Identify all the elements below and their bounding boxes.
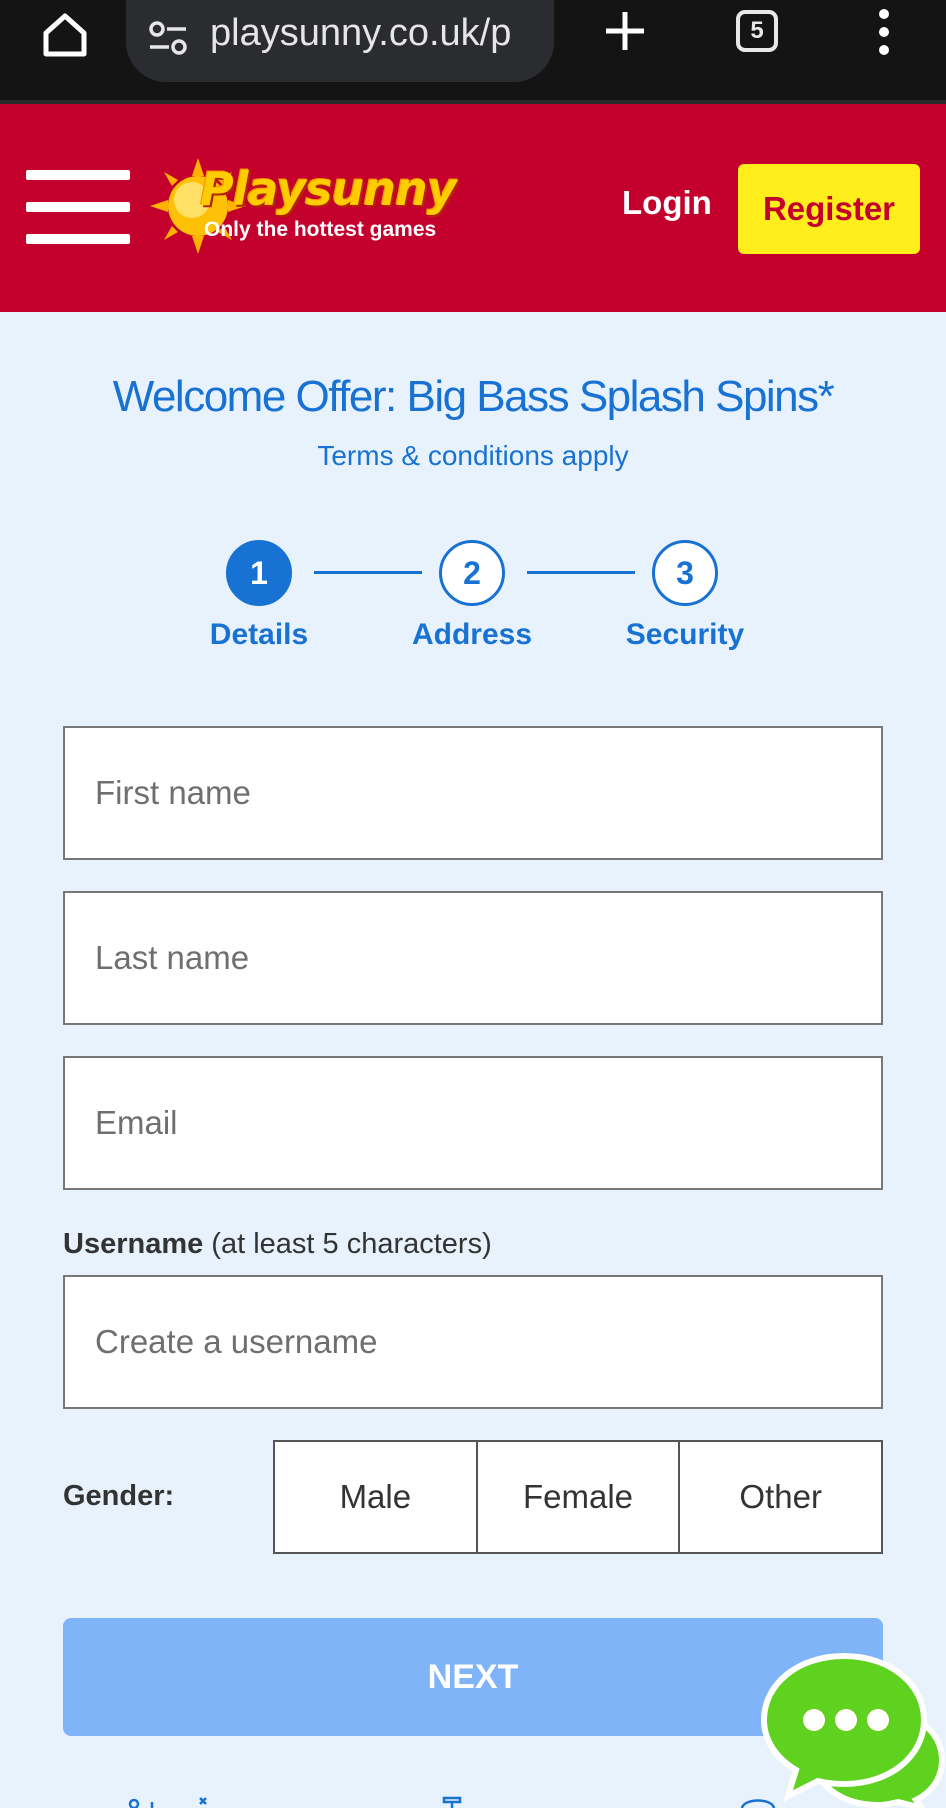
gender-selector: Male Female Other <box>273 1440 883 1554</box>
step-3-label: Security <box>625 618 745 651</box>
home-icon[interactable] <box>38 8 92 62</box>
partial-icon <box>442 1796 462 1808</box>
logo-wordmark: Playsunny <box>200 162 457 216</box>
terms-link[interactable]: Terms & conditions apply <box>0 440 946 472</box>
address-bar[interactable]: playsunny.co.uk/p <box>126 0 554 82</box>
chat-bubble-icon[interactable] <box>758 1650 946 1808</box>
step-connector <box>314 571 422 574</box>
username-label-hint: (at least 5 characters) <box>203 1228 492 1260</box>
step-1-indicator: 1 <box>226 540 292 606</box>
hamburger-icon[interactable] <box>26 170 130 250</box>
first-name-input[interactable] <box>63 726 883 860</box>
step-connector <box>527 571 635 574</box>
gender-option-other[interactable]: Other <box>680 1442 881 1552</box>
url-text[interactable]: playsunny.co.uk/p <box>210 12 540 55</box>
browser-toolbar: playsunny.co.uk/p 5 <box>0 0 946 104</box>
gender-option-female[interactable]: Female <box>478 1442 681 1552</box>
tune-icon[interactable] <box>148 20 188 56</box>
step-3-indicator: 3 <box>652 540 718 606</box>
step-1-label: Details <box>209 618 309 651</box>
tabs-icon[interactable]: 5 <box>736 10 778 52</box>
gender-label: Gender: <box>63 1480 175 1512</box>
partial-icon <box>128 1797 207 1808</box>
plus-icon[interactable] <box>600 6 650 56</box>
username-label-bold: Username <box>63 1228 204 1260</box>
logo-tagline: Only the hottest games <box>204 218 437 241</box>
username-label: Username (at least 5 characters) <box>63 1228 492 1261</box>
step-2-label: Address <box>411 618 533 651</box>
register-button[interactable]: Register <box>738 164 920 254</box>
username-input[interactable] <box>63 1275 883 1409</box>
site-logo[interactable]: Playsunny Only the hottest games <box>148 156 478 256</box>
more-vert-icon[interactable] <box>872 6 896 58</box>
site-header: Playsunny Only the hottest games Login R… <box>0 104 946 312</box>
last-name-input[interactable] <box>63 891 883 1025</box>
welcome-offer-title: Welcome Offer: Big Bass Splash Spins* <box>112 372 835 421</box>
login-link[interactable]: Login <box>622 184 712 222</box>
partial-icon <box>740 1799 776 1808</box>
step-2-indicator: 2 <box>439 540 505 606</box>
gender-option-male[interactable]: Male <box>275 1442 478 1552</box>
email-input[interactable] <box>63 1056 883 1190</box>
